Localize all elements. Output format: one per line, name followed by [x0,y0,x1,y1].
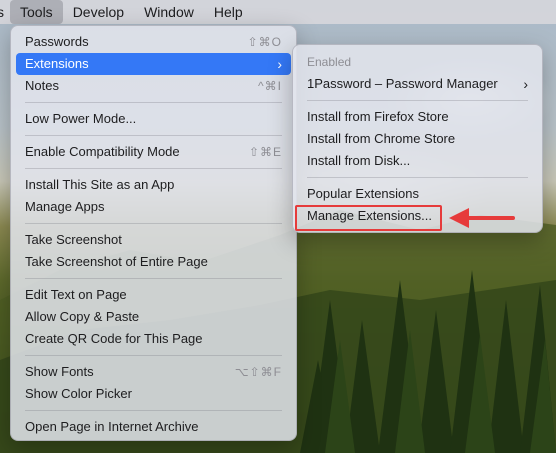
shortcut-label: ⇧⌘E [248,145,282,159]
menu-item-label: Notes [25,78,59,93]
menu-separator [25,355,282,356]
annotation-arrow-icon [449,208,515,228]
annotation-highlight-box [295,205,442,231]
menu-item-label: Create QR Code for This Page [25,331,203,346]
menu-item-label: Manage Apps [25,199,105,214]
menu-item-label: Take Screenshot [25,232,122,247]
tools-menu: Passwords ⇧⌘O Extensions › Notes ^⌘I Low… [10,25,297,441]
menu-item-compatibility-mode[interactable]: Enable Compatibility Mode ⇧⌘E [16,141,291,163]
menu-item-internet-archive[interactable]: Open Page in Internet Archive [16,416,291,438]
menu-item-install-firefox-store[interactable]: Install from Firefox Store [298,106,537,128]
menu-separator [307,100,528,101]
menu-item-screenshot-entire-page[interactable]: Take Screenshot of Entire Page [16,251,291,273]
menu-item-1password[interactable]: 1Password – Password Manager › [298,73,537,95]
menu-item-show-color-picker[interactable]: Show Color Picker [16,383,291,405]
menu-separator [25,135,282,136]
menu-item-label: 1Password – Password Manager [307,76,498,91]
menu-item-label: Show Fonts [25,364,94,379]
menu-item-label: Open Page in Internet Archive [25,419,199,434]
shortcut-label: ⌥⇧⌘F [234,365,282,379]
menubar-item-tools[interactable]: Tools [10,0,63,24]
menubar-item-develop[interactable]: Develop [63,0,134,24]
menu-item-allow-copy-paste[interactable]: Allow Copy & Paste [16,306,291,328]
menu-item-notes[interactable]: Notes ^⌘I [16,75,291,97]
menu-item-install-app[interactable]: Install This Site as an App [16,174,291,196]
menu-item-label: Passwords [25,34,89,49]
menu-item-show-fonts[interactable]: Show Fonts ⌥⇧⌘F [16,361,291,383]
menu-item-label: Enable Compatibility Mode [25,144,180,159]
shortcut-label: ⇧⌘O [247,35,282,49]
submenu-header-enabled: Enabled [307,55,352,69]
menu-bar: s Tools Develop Window Help [0,0,556,24]
menu-item-edit-text[interactable]: Edit Text on Page [16,284,291,306]
menu-item-extensions[interactable]: Extensions › [16,53,291,75]
menu-item-label: Edit Text on Page [25,287,127,302]
menu-item-label: Install This Site as an App [25,177,175,192]
menu-item-popular-extensions[interactable]: Popular Extensions [298,183,537,205]
menu-item-label: Install from Disk... [307,153,411,168]
menu-item-passwords[interactable]: Passwords ⇧⌘O [16,31,291,53]
menu-item-install-from-disk[interactable]: Install from Disk... [298,150,537,172]
menu-separator [307,177,528,178]
chevron-right-icon: › [277,56,282,72]
menu-item-create-qr-code[interactable]: Create QR Code for This Page [16,328,291,350]
menu-separator [25,102,282,103]
menu-item-label: Install from Chrome Store [307,131,456,146]
chevron-right-icon: › [523,76,528,92]
menu-separator [25,223,282,224]
menu-item-install-chrome-store[interactable]: Install from Chrome Store [298,128,537,150]
menu-item-label: Show Color Picker [25,386,132,401]
menu-item-label: Install from Firefox Store [307,109,449,124]
menu-separator [25,278,282,279]
menubar-item-help[interactable]: Help [204,0,253,24]
menu-separator [25,168,282,169]
menu-item-low-power-mode[interactable]: Low Power Mode... [16,108,291,130]
menubar-item-partial[interactable]: s [0,0,10,24]
menu-separator [25,410,282,411]
menu-item-manage-apps[interactable]: Manage Apps [16,196,291,218]
menu-item-label: Allow Copy & Paste [25,309,140,324]
menu-item-label: Extensions [25,56,89,71]
menu-item-take-screenshot[interactable]: Take Screenshot [16,229,291,251]
menu-item-label: Take Screenshot of Entire Page [25,254,208,269]
menu-item-label: Low Power Mode... [25,111,137,126]
menubar-item-window[interactable]: Window [134,0,204,24]
shortcut-label: ^⌘I [258,79,282,93]
menu-item-label: Popular Extensions [307,186,420,201]
